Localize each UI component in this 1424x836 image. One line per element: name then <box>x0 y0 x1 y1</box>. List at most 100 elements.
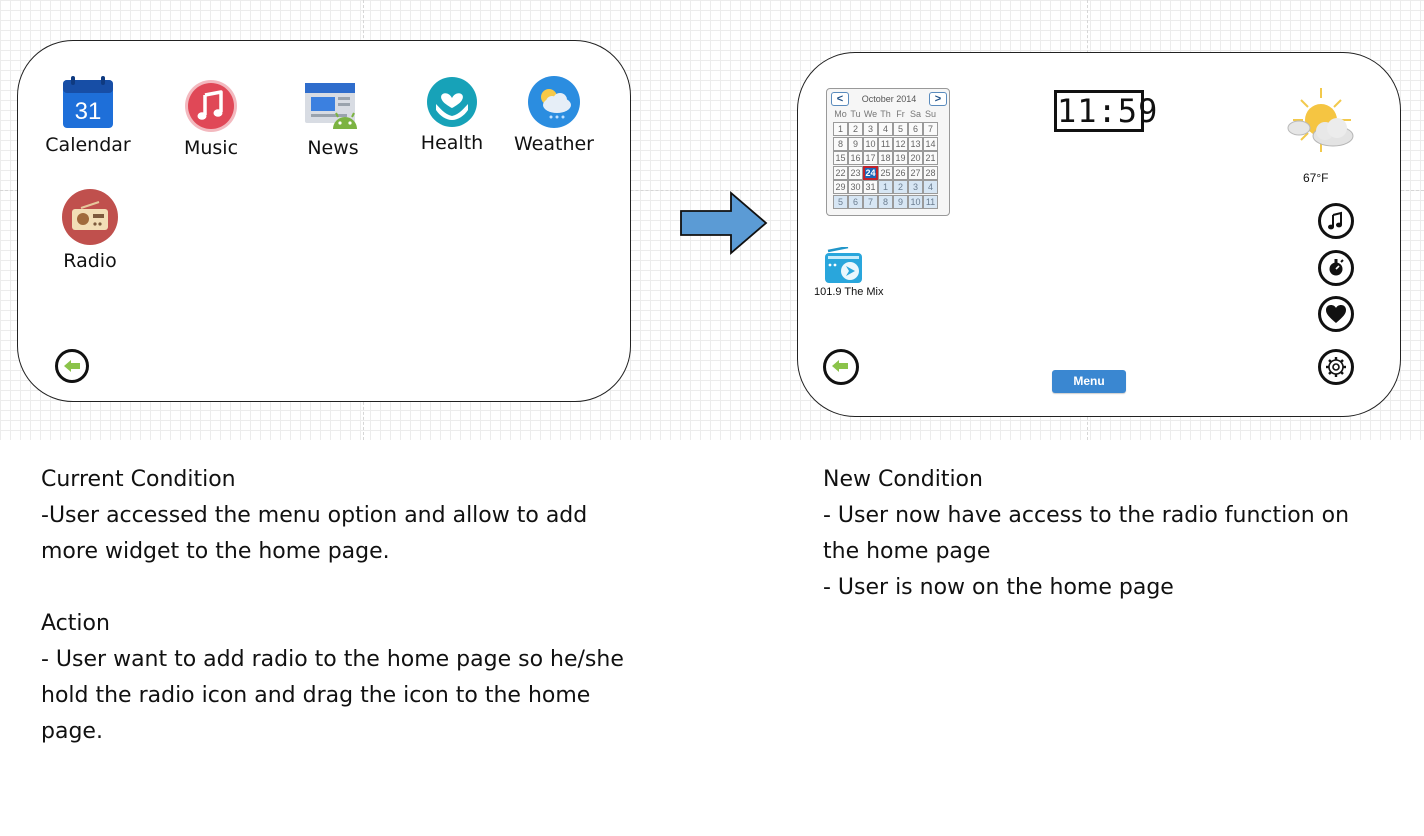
clock-display: 11:59 <box>1054 90 1157 132</box>
news-app[interactable]: News <box>278 79 388 159</box>
calendar-day[interactable]: 26 <box>893 165 908 180</box>
music-app[interactable]: Music <box>156 79 266 159</box>
calendar-day[interactable]: 5 <box>833 194 848 209</box>
calendar-day[interactable]: 8 <box>878 194 893 209</box>
calendar-weekday: We <box>863 109 878 119</box>
health-shortcut-button[interactable] <box>1318 296 1354 332</box>
calendar-day[interactable]: 19 <box>893 151 908 165</box>
calendar-weekday: Tu <box>850 109 861 119</box>
calendar-next-button[interactable]: > <box>929 92 947 106</box>
weather-app[interactable]: Weather <box>499 75 609 155</box>
current-condition-line: -User accessed the menu option and allow… <box>41 503 588 528</box>
heart-icon <box>1326 305 1346 323</box>
gear-icon <box>1326 357 1346 377</box>
timer-shortcut-button[interactable] <box>1318 250 1354 286</box>
calendar-day[interactable]: 1 <box>833 122 848 136</box>
calendar-widget[interactable]: < October 2014 > Mo Tu We Th Fr Sa Su 12345678… <box>826 88 950 216</box>
calendar-day[interactable]: 11 <box>923 194 938 209</box>
calendar-weekday: Sa <box>909 109 921 119</box>
menu-button[interactable]: Menu <box>1052 370 1126 393</box>
app-label: Calendar <box>45 134 131 156</box>
action-text: Action - User want to add radio to the h… <box>41 606 624 750</box>
radio-widget[interactable] <box>824 245 864 285</box>
calendar-day[interactable]: 9 <box>893 194 908 209</box>
calendar-day[interactable]: 6 <box>908 122 923 136</box>
radio-icon <box>825 245 862 283</box>
calendar-weekday: Fr <box>896 109 905 119</box>
calendar-day[interactable]: 21 <box>923 151 938 165</box>
calendar-day[interactable]: 7 <box>923 122 938 136</box>
calendar-day[interactable]: 4 <box>923 180 938 194</box>
health-app[interactable]: Health <box>397 76 507 154</box>
action-line: - User want to add radio to the home pag… <box>41 647 624 672</box>
news-icon <box>303 79 363 133</box>
calendar-day[interactable]: 25 <box>878 165 893 180</box>
action-line: hold the radio icon and drag the icon to… <box>41 683 591 708</box>
calendar-day[interactable]: 31 <box>863 180 878 194</box>
calendar-day[interactable]: 16 <box>848 151 863 165</box>
calendar-day[interactable]: 11 <box>878 136 893 151</box>
current-condition-heading: Current Condition <box>41 467 236 492</box>
calendar-weekday: Mo <box>834 109 847 119</box>
calendar-day[interactable]: 5 <box>893 122 908 136</box>
music-note-icon <box>1328 211 1342 230</box>
calendar-day[interactable]: 13 <box>908 136 923 151</box>
calendar-day[interactable]: 14 <box>923 136 938 151</box>
calendar-day[interactable]: 27 <box>908 165 923 180</box>
back-button[interactable] <box>823 349 859 385</box>
radio-station-label: 101.9 The Mix <box>814 286 884 298</box>
calendar-day[interactable]: 9 <box>848 136 863 151</box>
calendar-day[interactable]: 3 <box>863 122 878 136</box>
weather-icon <box>527 75 581 129</box>
calendar-day[interactable]: 23 <box>848 165 863 180</box>
radio-app[interactable]: Radio <box>35 188 145 272</box>
partly-cloudy-icon <box>1287 88 1354 152</box>
calendar-day[interactable]: 20 <box>908 151 923 165</box>
calendar-day[interactable]: 24 <box>863 165 878 180</box>
transition-arrow <box>680 191 768 255</box>
app-label: Health <box>420 132 484 154</box>
calendar-day[interactable]: 18 <box>878 151 893 165</box>
calendar-day[interactable]: 1 <box>878 180 893 194</box>
calendar-month: October 2014 <box>861 94 917 104</box>
calendar-day: 31 <box>75 98 102 125</box>
calendar-day[interactable]: 30 <box>848 180 863 194</box>
calendar-day[interactable]: 3 <box>908 180 923 194</box>
calendar-day[interactable]: 10 <box>863 136 878 151</box>
calendar-day[interactable]: 29 <box>833 180 848 194</box>
new-condition-line: the home page <box>823 539 991 564</box>
app-label: News <box>307 137 359 159</box>
calendar-day[interactable]: 22 <box>833 165 848 180</box>
calendar-day[interactable]: 10 <box>908 194 923 209</box>
calendar-app[interactable]: 31 Calendar <box>33 76 143 156</box>
current-menu-screen: 31 Calendar Music News Health Weather Ra… <box>17 40 631 402</box>
calendar-day[interactable]: 2 <box>848 122 863 136</box>
calendar-day[interactable]: 6 <box>848 194 863 209</box>
calendar-prev-button[interactable]: < <box>831 92 849 106</box>
temperature-label: 67°F <box>1303 171 1329 185</box>
app-label: Radio <box>63 250 117 272</box>
action-line: page. <box>41 719 103 744</box>
current-condition-line: more widget to the home page. <box>41 539 390 564</box>
weather-widget[interactable] <box>1285 86 1361 160</box>
calendar-day[interactable]: 2 <box>893 180 908 194</box>
calendar-weekday: Th <box>880 109 891 119</box>
calendar-weekday: Su <box>924 109 936 119</box>
music-shortcut-button[interactable] <box>1318 203 1354 239</box>
action-heading: Action <box>41 611 110 636</box>
calendar-icon: 31 <box>61 76 115 130</box>
new-condition-line: - User now have access to the radio func… <box>823 503 1350 528</box>
music-icon <box>184 79 238 133</box>
calendar-day[interactable]: 15 <box>833 151 848 165</box>
app-label: Music <box>183 137 239 159</box>
calendar-day[interactable]: 4 <box>878 122 893 136</box>
back-button[interactable] <box>55 349 89 383</box>
current-condition-text: Current Condition -User accessed the men… <box>41 462 587 570</box>
calendar-day[interactable]: 12 <box>893 136 908 151</box>
calendar-day[interactable]: 28 <box>923 165 938 180</box>
settings-button[interactable] <box>1318 349 1354 385</box>
calendar-day[interactable]: 17 <box>863 151 878 165</box>
calendar-day[interactable]: 7 <box>863 194 878 209</box>
new-condition-text: New Condition - User now have access to … <box>823 462 1349 606</box>
calendar-day[interactable]: 8 <box>833 136 848 151</box>
